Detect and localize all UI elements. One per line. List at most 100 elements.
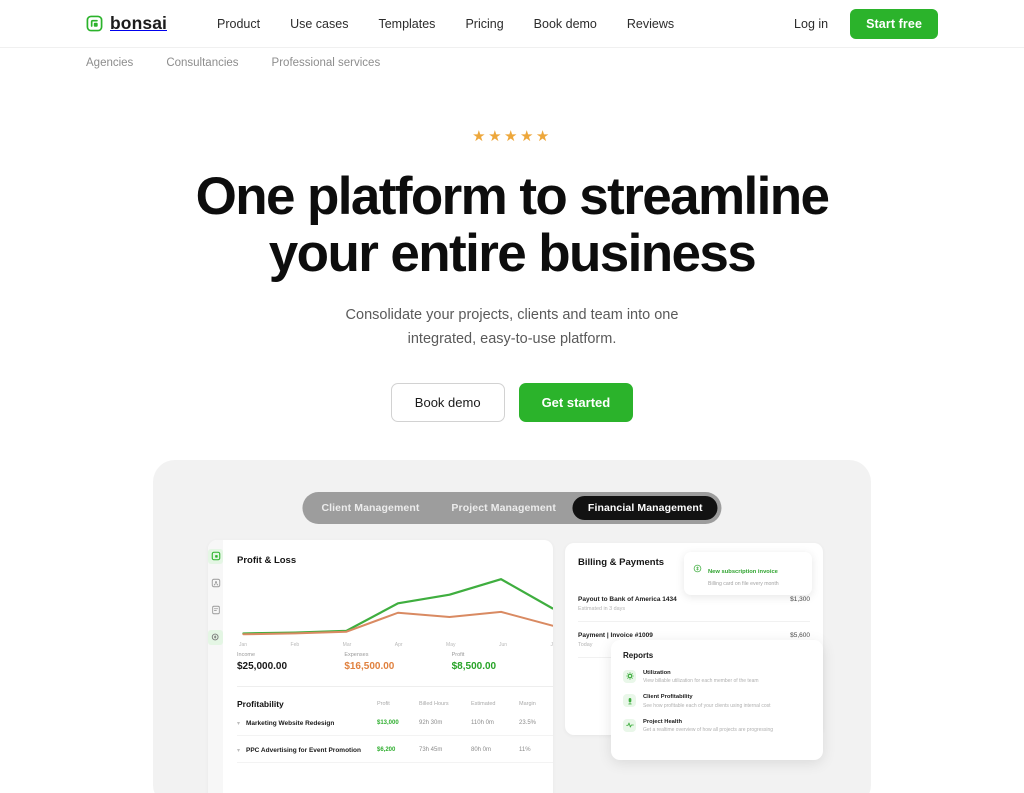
profitability-title: Profitability: [237, 698, 284, 709]
payment-title: Payout to Bank of America 1434: [578, 595, 677, 603]
x-tick-apr: Apr: [394, 641, 403, 648]
list-item[interactable]: Payout to Bank of America 1434 Estimated…: [578, 596, 810, 622]
login-link[interactable]: Log in: [794, 17, 828, 31]
nav-item-book-demo[interactable]: Book demo: [534, 17, 597, 31]
report-item-project-health[interactable]: Project Health Get a realtime overview o…: [623, 718, 811, 734]
client-profitability-icon: [623, 694, 636, 708]
financial-panel: Profit & Loss Jan Feb Mar Apr May Jun Ju…: [208, 539, 553, 793]
x-tick-jun: Jun: [498, 641, 508, 648]
product-showcase: Client Management Project Management Fin…: [153, 459, 871, 793]
x-tick-jul: Jul: [550, 641, 553, 648]
row-project-name: PPC Advertising for Event Promotion: [246, 746, 361, 754]
row-billed: 92h 30m: [419, 720, 443, 727]
badge-title: New subscription invoice: [708, 568, 778, 575]
nav-item-use-cases[interactable]: Use cases: [290, 17, 348, 31]
finance-icon[interactable]: [208, 548, 223, 564]
report-item-client-profitability[interactable]: Client Profitability See how profitable …: [623, 694, 811, 709]
kpi-profit-value: $8,500.00: [451, 660, 497, 672]
subscription-icon: [693, 560, 702, 587]
payment-amount: $1,300: [790, 595, 810, 603]
payment-title: Payment | Invoice #1009: [578, 631, 653, 639]
hero-cta-row: Book demo Get started: [0, 382, 1024, 422]
x-tick-mar: Mar: [342, 641, 352, 648]
row-profit: $6,200: [377, 747, 396, 754]
payment-meta: Estimated in 3 days: [578, 605, 626, 612]
report-description: Get a realtime overview of how all proje…: [643, 727, 774, 734]
report-item-utilization[interactable]: Utilization View billable utilization fo…: [623, 669, 811, 685]
column-header-margin: Margin: [519, 700, 536, 707]
row-estimated: 110h 0m: [471, 720, 494, 727]
column-header-billed-hours: Billed Hours: [419, 700, 449, 707]
row-margin: 11%: [519, 747, 531, 754]
kpi-profit-label: Profit: [451, 651, 465, 658]
hero-subtitle-line-2: integrated, easy-to-use platform.: [407, 330, 617, 347]
report-description: See how profitable each of your clients …: [643, 702, 771, 709]
x-tick-jan: Jan: [239, 641, 248, 648]
payments-icon[interactable]: [208, 629, 223, 645]
financial-panel-body: Profit & Loss Jan Feb Mar Apr May Jun Ju…: [223, 540, 553, 793]
secondary-navigation-bar: Agencies Consultancies Professional serv…: [0, 47, 1024, 77]
profit-loss-chart: Jan Feb Mar Apr May Jun Jul: [237, 570, 553, 648]
kpi-income: Income $25,000.00: [237, 652, 344, 672]
new-subscription-invoice-card[interactable]: New subscription invoice Billing card on…: [684, 551, 812, 595]
hero-title-line-1: One platform to streamline: [195, 167, 830, 226]
kpi-income-label: Income: [237, 651, 256, 658]
bonsai-leaf-icon: [86, 15, 103, 32]
panel-divider: [237, 685, 553, 687]
kpi-expenses-value: $16,500.00: [344, 660, 395, 672]
document-icon[interactable]: [208, 603, 223, 618]
nav-item-product[interactable]: Product: [217, 17, 260, 31]
hero-subtitle: Consolidate your projects, clients and t…: [0, 304, 1024, 350]
contact-card-icon[interactable]: [208, 576, 223, 591]
chevron-down-icon[interactable]: ▾: [237, 747, 246, 754]
reports-title: Reports: [623, 650, 654, 660]
get-started-button[interactable]: Get started: [518, 382, 634, 422]
top-navigation-bar: bonsai Product Use cases Templates Prici…: [0, 0, 1024, 47]
table-row[interactable]: ▾ PPC Advertising for Event Promotion $6…: [237, 747, 553, 763]
dashboard-sidebar-rail: [208, 539, 223, 793]
profitability-header: Profitability Profit Billed Hours Estima…: [237, 699, 553, 709]
row-project-name: Marketing Website Redesign: [246, 719, 335, 727]
showcase-tab-group: Client Management Project Management Fin…: [302, 491, 722, 524]
primary-menu: Product Use cases Templates Pricing Book…: [217, 17, 674, 31]
column-header-estimated: Estimated: [471, 700, 496, 707]
payment-amount: $5,600: [790, 631, 810, 639]
x-tick-may: May: [446, 641, 456, 648]
tab-financial-management[interactable]: Financial Management: [572, 495, 718, 520]
utilization-icon: [623, 669, 636, 683]
brand-logo-link[interactable]: bonsai: [86, 13, 167, 34]
chevron-down-icon[interactable]: ▾: [237, 720, 246, 727]
book-demo-button[interactable]: Book demo: [390, 382, 505, 422]
tab-client-management[interactable]: Client Management: [306, 496, 434, 520]
subnav-item-professional-services[interactable]: Professional services: [272, 57, 381, 69]
profit-loss-kpis: Income $25,000.00 Expenses $16,500.00 Pr…: [237, 652, 553, 672]
column-header-profit: Profit: [377, 700, 390, 707]
project-health-icon: [623, 718, 636, 732]
nav-item-pricing[interactable]: Pricing: [465, 17, 503, 31]
tab-project-management[interactable]: Project Management: [436, 496, 571, 520]
nav-item-templates[interactable]: Templates: [378, 17, 435, 31]
row-profit: $13,000: [377, 720, 399, 727]
start-free-button[interactable]: Start free: [850, 8, 938, 39]
kpi-expenses-label: Expenses: [344, 651, 369, 658]
profit-loss-title: Profit & Loss: [237, 554, 297, 566]
reports-card: Reports Utilization View billable utiliz…: [611, 639, 823, 760]
hero-subtitle-line-1: Consolidate your projects, clients and t…: [345, 307, 679, 324]
subnav-item-agencies[interactable]: Agencies: [86, 57, 133, 69]
report-name: Utilization: [643, 669, 671, 676]
nav-actions: Log in Start free: [794, 8, 938, 39]
report-name: Client Profitability: [643, 694, 693, 701]
kpi-income-value: $25,000.00: [237, 660, 288, 672]
report-description: View billable utilization for each membe…: [643, 678, 759, 685]
dashboard-mockup: Profit & Loss Jan Feb Mar Apr May Jun Ju…: [208, 539, 823, 793]
chart-x-axis-labels: Jan Feb Mar Apr May Jun Jul: [237, 642, 553, 648]
nav-item-reviews[interactable]: Reviews: [627, 17, 674, 31]
hero-title-line-2: your entire business: [268, 224, 757, 284]
brand-name: bonsai: [110, 13, 167, 33]
table-row[interactable]: ▾ Marketing Website Redesign $13,000 92h…: [237, 720, 553, 736]
row-estimated: 80h 0m: [471, 747, 492, 754]
kpi-expenses: Expenses $16,500.00: [344, 652, 451, 672]
star-rating: ★★★★★: [472, 128, 552, 145]
subnav-item-consultancies[interactable]: Consultancies: [166, 57, 238, 69]
profit-loss-chart-svg: [242, 577, 553, 636]
